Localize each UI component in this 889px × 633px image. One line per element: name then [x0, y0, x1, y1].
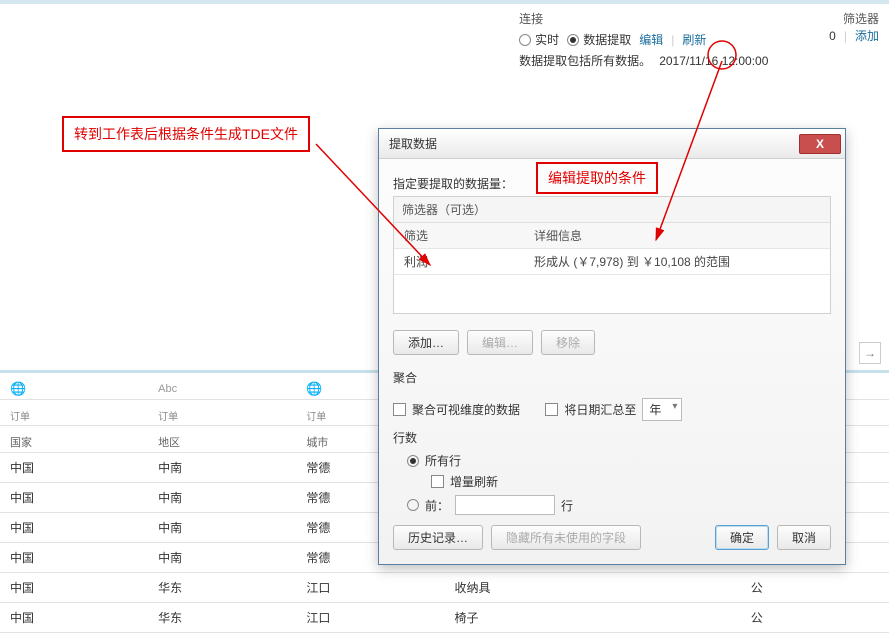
table-cell: 江口 [296, 573, 444, 603]
table-cell: 中国 [0, 513, 148, 543]
connect-label: 连接 [519, 10, 799, 27]
dialog-close-button[interactable]: X [799, 134, 841, 154]
filter-row-field: 利润 [394, 249, 524, 275]
filter-col-filter: 筛选 [394, 223, 524, 249]
add-filter-link[interactable]: 添加 [855, 27, 879, 44]
realtime-radio[interactable]: 实时 [519, 31, 559, 48]
type-label: Abc [158, 383, 177, 395]
table-cell: 中国 [0, 573, 148, 603]
filter-row[interactable]: 利润 形成从 (￥7,978) 到 ￥10,108 的范围 [394, 249, 830, 275]
rows-top-unit: 行 [561, 497, 573, 514]
extract-timestamp: 2017/11/16 12:00:00 [659, 54, 768, 68]
table-cell: 中南 [148, 513, 296, 543]
table-cell: 公 [741, 573, 889, 603]
extract-label: 数据提取 [583, 31, 631, 48]
rows-incremental-checkbox[interactable]: 增量刷新 [431, 473, 498, 490]
column-header[interactable]: 地区 [148, 426, 296, 453]
globe-icon: 🌐 [10, 381, 26, 396]
filter-count: 0 [829, 29, 836, 43]
rows-top-label: 前： [425, 497, 449, 514]
col-source: 订单 [158, 412, 178, 423]
rows-title: 行数 [393, 429, 831, 446]
hide-fields-button[interactable]: 隐藏所有未使用的字段 [491, 525, 641, 550]
extract-note: 数据提取包括所有数据。 [519, 52, 651, 69]
dialog-title: 提取数据 [389, 135, 437, 152]
table-cell: 中国 [0, 603, 148, 633]
extract-radio[interactable]: 数据提取 [567, 31, 631, 48]
table-cell: 中国 [0, 543, 148, 573]
rows-all-radio[interactable]: 所有行 [407, 452, 831, 469]
history-button[interactable]: 历史记录… [393, 525, 483, 550]
realtime-label: 实时 [535, 31, 559, 48]
rows-all-label: 所有行 [425, 452, 461, 469]
add-filter-button[interactable]: 添加… [393, 330, 459, 355]
edit-link[interactable]: 编辑 [639, 31, 663, 48]
filter-label: 筛选器 [829, 10, 879, 27]
annotation-tde: 转到工作表后根据条件生成TDE文件 [62, 116, 310, 152]
annotation-edit-cond: 编辑提取的条件 [536, 162, 658, 194]
table-cell: 中南 [148, 453, 296, 483]
rows-top-input[interactable] [455, 495, 555, 515]
aggregate-date-checkbox[interactable]: 将日期汇总至 年 [545, 398, 682, 421]
filter-col-detail: 详细信息 [524, 223, 830, 249]
refresh-link[interactable]: 刷新 [682, 31, 706, 48]
table-cell: 公 [741, 603, 889, 633]
table-cell: 收纳具 [444, 573, 592, 603]
filters-legend: 筛选器（可选） [394, 197, 830, 223]
grid-scroll-right[interactable]: → [859, 342, 881, 364]
rows-top-radio[interactable]: 前： 行 [407, 495, 831, 515]
col-source: 订单 [10, 412, 30, 423]
rows-incremental-label: 增量刷新 [450, 473, 498, 490]
ok-button[interactable]: 确定 [715, 525, 769, 550]
col-source: 订单 [306, 412, 326, 423]
table-cell: 华东 [148, 603, 296, 633]
table-cell: 椅子 [444, 603, 592, 633]
table-cell: 中南 [148, 483, 296, 513]
table-cell: 中南 [148, 543, 296, 573]
aggregate-date-select[interactable]: 年 [642, 398, 682, 421]
remove-filter-button[interactable]: 移除 [541, 330, 595, 355]
table-row[interactable]: 中国华东江口收纳具 公 [0, 573, 889, 603]
table-cell: 江口 [296, 603, 444, 633]
column-header[interactable]: 国家 [0, 426, 148, 453]
table-cell [593, 573, 741, 603]
table-cell: 华东 [148, 573, 296, 603]
edit-filter-button[interactable]: 编辑… [467, 330, 533, 355]
table-cell: 中国 [0, 453, 148, 483]
table-row[interactable]: 中国华东江口椅子 公 [0, 603, 889, 633]
filter-row-detail: 形成从 (￥7,978) 到 ￥10,108 的范围 [524, 249, 830, 275]
table-cell [593, 603, 741, 633]
aggregate-checkbox-label: 聚合可视维度的数据 [412, 401, 520, 418]
table-cell: 中国 [0, 483, 148, 513]
aggregate-date-label: 将日期汇总至 [564, 401, 636, 418]
globe-icon: 🌐 [306, 381, 322, 396]
cancel-button[interactable]: 取消 [777, 525, 831, 550]
aggregate-title: 聚合 [393, 369, 831, 386]
aggregate-checkbox[interactable]: 聚合可视维度的数据 [393, 401, 520, 418]
